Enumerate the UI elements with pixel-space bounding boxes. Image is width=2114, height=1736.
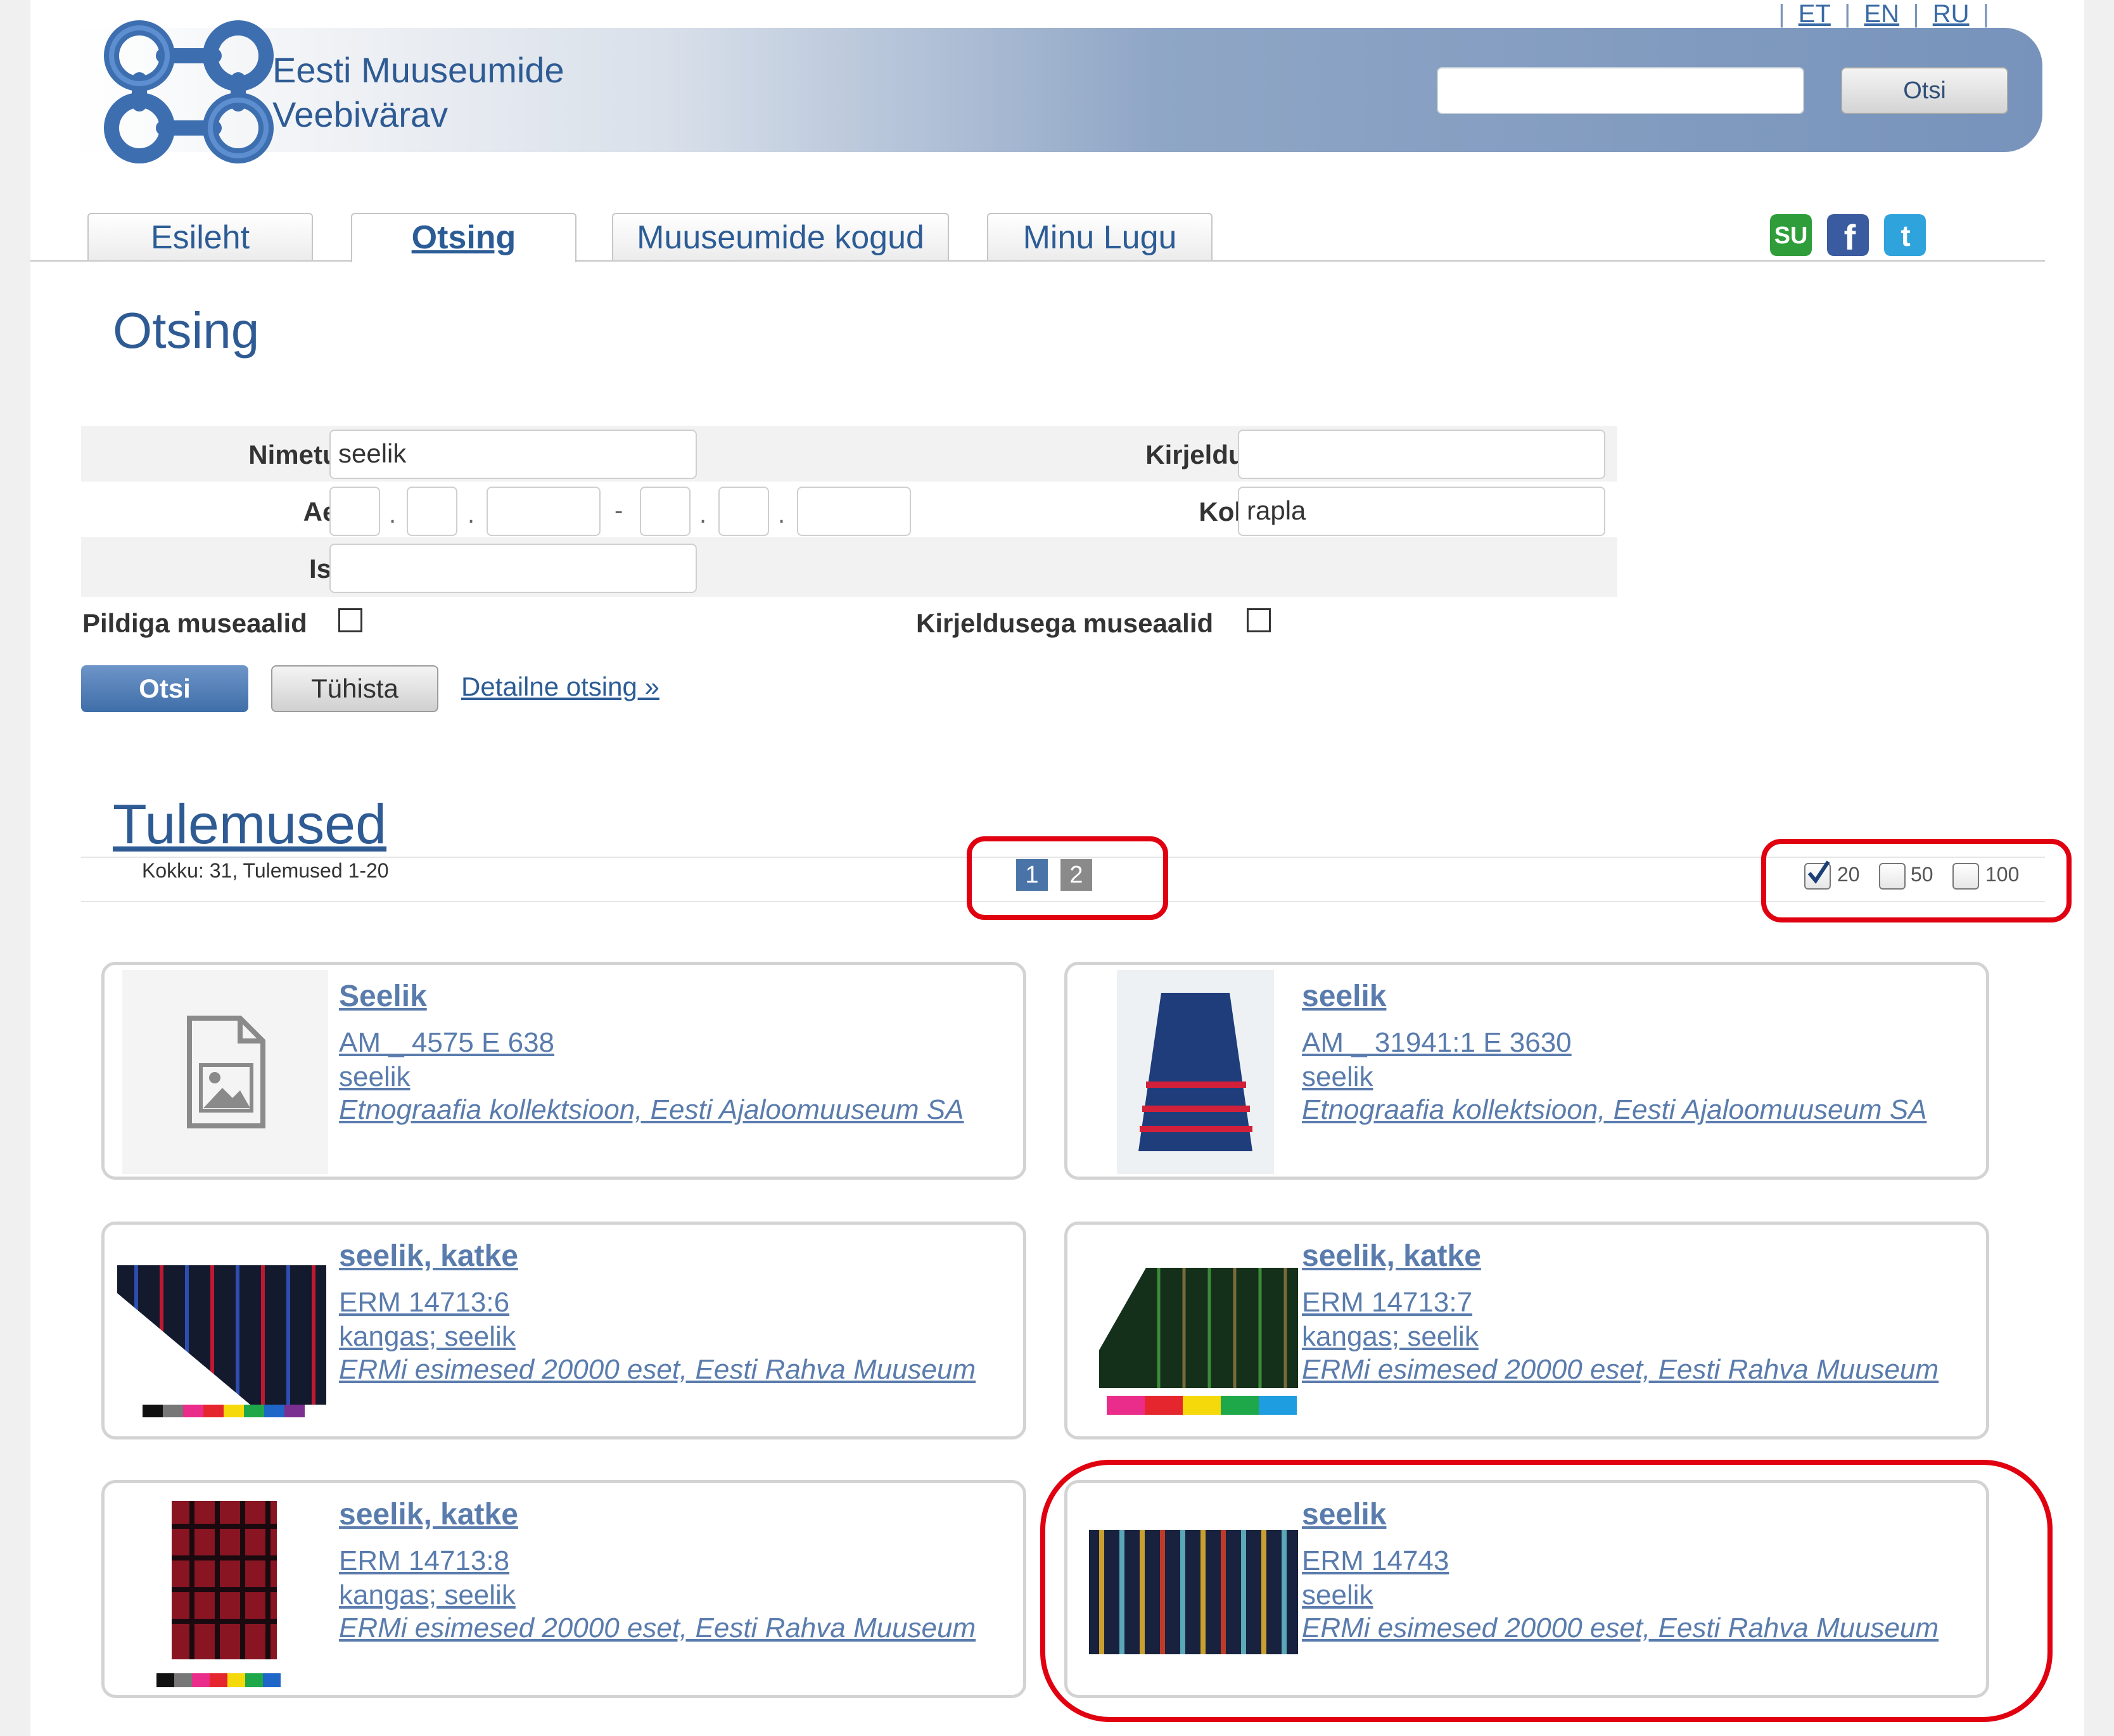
result-card[interactable]: Seelik AM _ 4575 E 638 seelik Etnograafi… <box>101 962 1026 1180</box>
results-title[interactable]: Tulemused <box>113 792 386 857</box>
result-id-link[interactable]: ERM 14713:8 <box>339 1545 509 1577</box>
site-title-line2: Veebivärav <box>272 94 449 134</box>
tab-otsing[interactable]: Otsing <box>351 213 576 262</box>
tab-muuseumide-kogud[interactable]: Muuseumide kogud <box>612 213 949 260</box>
search-submit-button[interactable]: Otsi <box>81 665 248 712</box>
result-title-link[interactable]: seelik <box>1302 979 1386 1014</box>
tab-minu-lugu[interactable]: Minu Lugu <box>987 213 1213 260</box>
date-separator: . <box>468 501 475 528</box>
result-collection-link[interactable]: Etnograafia kollektsioon, Eesti Ajaloomu… <box>339 1094 964 1126</box>
pildiga-checkbox[interactable] <box>338 608 362 632</box>
annotation-ring-pagination <box>967 836 1168 920</box>
tab-esileht[interactable]: Esileht <box>87 213 313 260</box>
result-collection-link[interactable]: ERMi esimesed 20000 eset, Eesti Rahva Mu… <box>1302 1354 1939 1386</box>
date-range-dash: - <box>614 497 623 525</box>
facebook-icon[interactable]: f <box>1827 214 1869 256</box>
blue-skirt-photo[interactable] <box>1117 970 1274 1174</box>
lang-en-link[interactable]: EN <box>1864 0 1899 28</box>
stumbleupon-icon[interactable]: SU <box>1770 214 1812 256</box>
result-card[interactable]: seelik, katke ERM 14713:6 kangas; seelik… <box>101 1222 1026 1439</box>
annotation-ring-per-page <box>1761 839 2072 922</box>
date-separator: . <box>389 501 397 528</box>
aeg-label: Aeg <box>303 497 353 527</box>
result-collection-link[interactable]: ERMi esimesed 20000 eset, Eesti Rahva Mu… <box>339 1354 976 1386</box>
kirjeldusega-label: Kirjeldusega museaalid <box>916 608 1214 638</box>
aeg-from-month-input[interactable] <box>407 487 457 536</box>
isik-label: Isik <box>132 554 353 584</box>
aeg-to-year-input[interactable] <box>797 487 911 536</box>
date-separator: . <box>699 501 707 528</box>
result-id-link[interactable]: ERM 14713:6 <box>339 1287 509 1318</box>
search-reset-button[interactable]: Tühista <box>271 665 438 712</box>
result-name-link[interactable]: seelik <box>339 1061 411 1093</box>
language-switcher: | ET | EN | RU | <box>1778 0 1989 28</box>
result-name-link[interactable]: kangas; seelik <box>1302 1321 1479 1353</box>
aeg-from-year-input[interactable] <box>487 487 601 536</box>
result-title-link[interactable]: seelik, katke <box>1302 1239 1481 1273</box>
result-card[interactable]: seelik, katke ERM 14713:7 kangas; seelik… <box>1064 1222 1989 1439</box>
result-name-link[interactable]: kangas; seelik <box>339 1580 516 1611</box>
page-title: Otsing <box>113 302 260 359</box>
result-id-link[interactable]: AM _ 31941:1 E 3630 <box>1302 1027 1572 1059</box>
aeg-to-day-input[interactable] <box>640 487 691 536</box>
red-checked-fabric-photo[interactable] <box>122 1488 328 1692</box>
aeg-from-day-input[interactable] <box>329 487 380 536</box>
date-separator: . <box>778 501 786 528</box>
kirjeldus-label: Kirjeldus <box>1145 440 1259 469</box>
result-card[interactable]: seelik, katke ERM 14713:8 kangas; seelik… <box>101 1480 1026 1698</box>
nimetus-input[interactable]: seelik <box>329 430 697 479</box>
results-count: Kokku: 31, Tulemused 1-20 <box>142 859 389 882</box>
site-title-line1: Eesti Muuseumide <box>272 50 564 90</box>
result-title-link[interactable]: seelik, katke <box>339 1239 518 1273</box>
site-logo[interactable] <box>94 13 284 171</box>
kirjeldus-input[interactable] <box>1238 430 1605 479</box>
page: | ET | EN | RU | Eesti Muuseumide Veebiv… <box>30 0 2084 1736</box>
striped-fabric-photo[interactable] <box>117 1230 326 1434</box>
result-card[interactable]: seelik AM _ 31941:1 E 3630 seelik Etnogr… <box>1064 962 1989 1180</box>
result-title-link[interactable]: Seelik <box>339 979 427 1014</box>
lang-ru-link[interactable]: RU <box>1933 0 1970 28</box>
site-title[interactable]: Eesti Muuseumide Veebivärav <box>272 48 564 137</box>
twitter-icon[interactable]: t <box>1884 214 1926 256</box>
result-name-link[interactable]: kangas; seelik <box>339 1321 516 1353</box>
result-title-link[interactable]: seelik, katke <box>339 1497 518 1532</box>
nimetus-label: Nimetus <box>248 440 353 469</box>
aeg-to-month-input[interactable] <box>718 487 769 536</box>
isik-input[interactable] <box>329 544 697 593</box>
svg-text:t: t <box>1901 219 1910 252</box>
header-search-button[interactable]: Otsi <box>1841 67 2008 114</box>
placeholder-image-icon <box>122 970 328 1174</box>
result-collection-link[interactable]: Etnograafia kollektsioon, Eesti Ajaloomu… <box>1302 1094 1926 1126</box>
result-id-link[interactable]: ERM 14713:7 <box>1302 1287 1472 1318</box>
result-id-link[interactable]: AM _ 4575 E 638 <box>339 1027 554 1059</box>
koht-input[interactable]: rapla <box>1238 487 1605 536</box>
detailed-search-link[interactable]: Detailne otsing » <box>461 672 659 702</box>
koht-label: Koht <box>1199 497 1259 527</box>
svg-text:f: f <box>1844 217 1856 256</box>
lang-et-link[interactable]: ET <box>1799 0 1831 28</box>
kirjeldusega-checkbox[interactable] <box>1247 608 1271 632</box>
result-collection-link[interactable]: ERMi esimesed 20000 eset, Eesti Rahva Mu… <box>339 1612 976 1644</box>
svg-text:SU: SU <box>1774 222 1808 249</box>
green-fabric-photo[interactable] <box>1089 1230 1298 1434</box>
result-name-link[interactable]: seelik <box>1302 1061 1373 1093</box>
annotation-ring-result <box>1040 1460 2053 1722</box>
header-search-input[interactable] <box>1437 67 1804 114</box>
pildiga-label: Pildiga museaalid <box>82 608 307 638</box>
